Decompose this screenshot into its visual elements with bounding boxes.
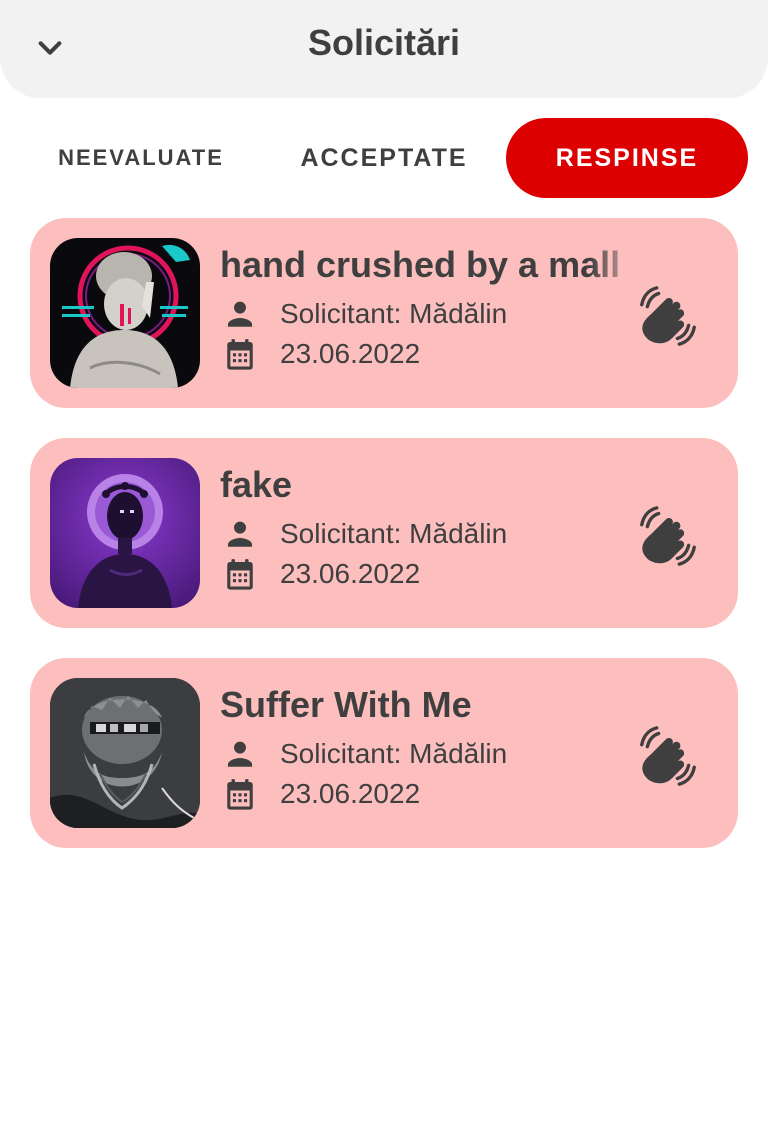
calendar-icon	[220, 554, 260, 594]
person-icon	[220, 734, 260, 774]
date-label: 23.06.2022	[280, 338, 421, 369]
artwork-thumbnail	[50, 678, 200, 828]
requester-row: Solicitant: Mădălin	[220, 294, 620, 334]
date-label: 23.06.2022	[280, 558, 421, 589]
tab-respinse[interactable]: RESPINSE	[506, 118, 748, 198]
requester-label: Solicitant: Mădălin	[280, 738, 508, 769]
waving-hand-icon	[638, 506, 698, 566]
requester-row: Solicitant: Mădălin	[220, 734, 620, 774]
date-row: 23.06.2022	[220, 774, 620, 814]
requester-label: Solicitant: Mădălin	[280, 298, 508, 329]
status-tabs: NEEVALUATE ACCEPTATE RESPINSE	[0, 118, 768, 198]
date-row: 23.06.2022	[220, 334, 620, 374]
tab-acceptate[interactable]: ACCEPTATE	[262, 118, 506, 198]
person-icon	[220, 294, 260, 334]
wave-button[interactable]	[630, 718, 706, 794]
wave-button[interactable]	[630, 278, 706, 354]
artwork-thumbnail	[50, 458, 200, 608]
request-title: hand crushed by a mall	[220, 244, 621, 285]
waving-hand-icon	[638, 286, 698, 346]
tab-neevaluate[interactable]: NEEVALUATE	[30, 118, 252, 198]
requester-label: Solicitant: Mădălin	[280, 518, 508, 549]
waving-hand-icon	[638, 726, 698, 786]
date-label: 23.06.2022	[280, 778, 421, 809]
requester-row: Solicitant: Mădălin	[220, 514, 620, 554]
request-card[interactable]: fake Solicitant: Mădălin 23.06.2022	[30, 438, 738, 628]
request-title: fake	[220, 464, 293, 505]
request-title: Suffer With Me	[220, 684, 472, 725]
request-card[interactable]: Suffer With Me Solicitant: Mădălin 23.06…	[30, 658, 738, 848]
date-row: 23.06.2022	[220, 554, 620, 594]
person-icon	[220, 514, 260, 554]
page-title: Solicitări	[307, 22, 461, 63]
app-header: Solicitări	[0, 0, 768, 98]
calendar-icon	[220, 334, 260, 374]
artwork-thumbnail	[50, 238, 200, 388]
request-card[interactable]: hand crushed by a mall Solicitant: Mădăl…	[30, 218, 738, 408]
wave-button[interactable]	[630, 498, 706, 574]
calendar-icon	[220, 774, 260, 814]
